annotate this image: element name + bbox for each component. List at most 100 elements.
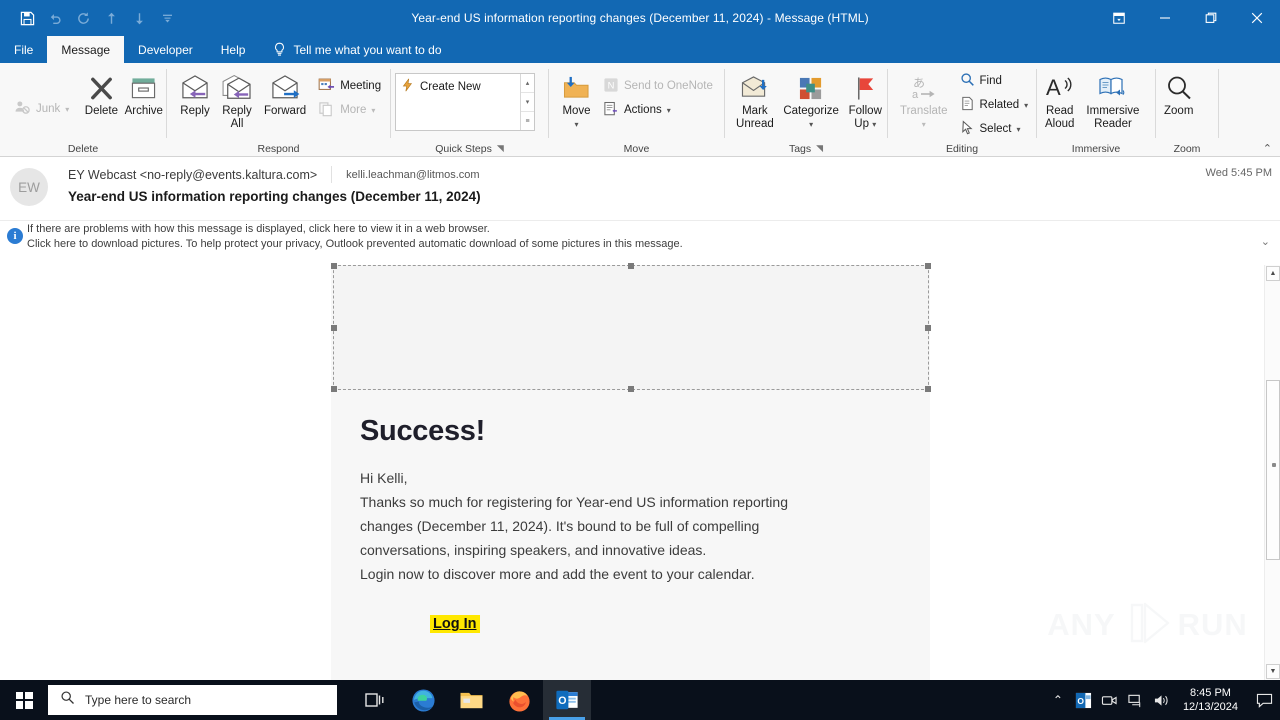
tab-help[interactable]: Help <box>207 36 260 63</box>
play-button-icon <box>1121 597 1173 654</box>
firefox-button[interactable] <box>495 680 543 720</box>
find-button[interactable]: Find <box>954 69 1035 93</box>
message-from-row: EY Webcast <no-reply@events.kaltura.com>… <box>68 166 480 183</box>
taskbar-clock[interactable]: 8:45 PM 12/13/2024 <box>1175 680 1248 720</box>
email-body: Success! Hi Kelli, Thanks so much for re… <box>331 390 930 633</box>
immersive-reader-button[interactable]: Immersive Reader <box>1080 67 1145 131</box>
vertical-scrollbar[interactable]: ▲ ▼ <box>1264 265 1280 680</box>
redo-icon[interactable] <box>70 5 96 31</box>
quick-steps-scrollbar[interactable]: ▴ ▾ ≡ <box>520 74 534 130</box>
task-view-button[interactable] <box>351 680 399 720</box>
quick-steps-gallery[interactable]: Create New ▴ ▾ ≡ <box>395 73 535 131</box>
close-button[interactable] <box>1234 0 1280 36</box>
divider <box>331 166 333 183</box>
blocked-image-placeholder[interactable] <box>330 263 931 392</box>
restore-button[interactable] <box>1188 0 1234 36</box>
previous-item-icon[interactable] <box>98 5 124 31</box>
camera-tray-icon[interactable] <box>1097 680 1123 720</box>
related-button[interactable]: Related ▾ <box>954 93 1035 117</box>
reply-all-label-2: All <box>230 118 244 130</box>
resize-handle-top-right[interactable] <box>924 263 931 269</box>
show-hidden-icons-button[interactable]: ⌃ <box>1045 680 1071 720</box>
more-button[interactable]: More ▾ <box>312 98 387 122</box>
tab-message[interactable]: Message <box>47 36 125 63</box>
scroll-up-button[interactable]: ▲ <box>1266 266 1280 281</box>
resize-handle-middle-left[interactable] <box>330 324 337 331</box>
sender-address[interactable]: EY Webcast <no-reply@events.kaltura.com> <box>68 168 317 182</box>
resize-handle-top-center[interactable] <box>627 263 634 269</box>
next-item-icon[interactable] <box>126 5 152 31</box>
ribbon-group-label-tags: Tags ◥ <box>725 140 887 157</box>
categorize-button[interactable]: Categorize ▾ <box>779 67 844 131</box>
resize-handle-bottom-right[interactable] <box>924 386 931 392</box>
mark-unread-button[interactable]: Mark Unread <box>731 67 779 131</box>
ribbon-group-label-immersive: Immersive <box>1071 142 1121 155</box>
quick-steps-scroll-up[interactable]: ▴ <box>521 74 534 92</box>
outlook-button[interactable]: O <box>543 680 591 720</box>
chevron-down-icon: ▾ <box>809 120 814 129</box>
volume-tray-icon[interactable] <box>1149 680 1175 720</box>
junk-label: Junk <box>36 103 61 115</box>
resize-handle-middle-right[interactable] <box>924 324 931 331</box>
ribbon-display-options-icon[interactable] <box>1096 0 1142 36</box>
tab-developer[interactable]: Developer <box>124 36 207 63</box>
action-center-button[interactable] <box>1248 680 1280 720</box>
info-bar-line-1[interactable]: If there are problems with how this mess… <box>27 223 490 235</box>
search-icon <box>60 690 75 710</box>
resize-handle-top-left[interactable] <box>330 263 337 269</box>
immersive-reader-icon <box>1098 71 1128 105</box>
ribbon-group-tags: Mark Unread Categorize ▾ Follow Up ▾ Tag… <box>725 63 887 157</box>
log-in-link[interactable]: Log In <box>430 615 480 633</box>
quick-steps-more[interactable]: ≡ <box>521 111 534 130</box>
select-button[interactable]: Select ▾ <box>954 117 1035 141</box>
tab-file[interactable]: File <box>0 36 47 63</box>
follow-up-button[interactable]: Follow Up ▾ <box>844 67 888 131</box>
taskbar-search-placeholder: Type here to search <box>85 693 192 707</box>
svg-text:O: O <box>1078 695 1085 705</box>
forward-button[interactable]: Forward <box>258 67 312 118</box>
resize-handle-bottom-center[interactable] <box>627 386 634 392</box>
read-aloud-button[interactable]: A Read Aloud <box>1039 67 1080 131</box>
resize-handle-bottom-left[interactable] <box>330 386 337 392</box>
actions-button[interactable]: Actions ▾ <box>597 98 719 122</box>
translate-label: Translate <box>900 105 948 117</box>
outlook-tray-icon[interactable]: O <box>1071 680 1097 720</box>
chevron-down-icon[interactable]: ⌄ <box>1261 235 1270 248</box>
junk-button[interactable]: Junk ▾ <box>8 97 75 121</box>
email-paragraph-line-4: Login now to discover more and add the e… <box>360 566 755 582</box>
meeting-button[interactable]: Meeting <box>312 74 387 98</box>
zoom-button[interactable]: Zoom <box>1158 67 1199 118</box>
ribbon: Junk ▾ Delete Archive Delete Reply Reply… <box>0 63 1280 157</box>
scroll-thumb[interactable] <box>1266 380 1280 560</box>
quick-step-create-new[interactable]: Create New <box>401 78 520 95</box>
reply-button[interactable]: Reply <box>174 67 216 118</box>
collapse-ribbon-button[interactable]: ⌃ <box>1263 142 1272 155</box>
more-icon <box>318 101 335 120</box>
network-tray-icon[interactable] <box>1123 680 1149 720</box>
quick-steps-scroll-down[interactable]: ▾ <box>521 92 534 111</box>
archive-button[interactable]: Archive <box>121 67 166 118</box>
delete-button[interactable]: Delete <box>81 67 121 118</box>
start-button[interactable] <box>0 680 48 720</box>
move-button[interactable]: Move ▾ <box>556 67 597 131</box>
minimize-button[interactable] <box>1142 0 1188 36</box>
tell-me-search[interactable]: Tell me what you want to do <box>259 36 442 63</box>
reply-all-button[interactable]: Reply All <box>216 67 258 131</box>
scroll-down-button[interactable]: ▼ <box>1266 664 1280 679</box>
taskbar: Type here to search O ⌃ O 8:45 PM 12/13/… <box>0 680 1280 720</box>
recipient-address[interactable]: kelli.leachman@litmos.com <box>346 169 479 181</box>
microsoft-edge-button[interactable] <box>399 680 447 720</box>
quick-steps-dialog-launcher[interactable]: ◥ <box>497 144 504 153</box>
message-info-bar[interactable]: i If there are problems with how this me… <box>0 220 1280 252</box>
save-icon[interactable] <box>14 5 40 31</box>
translate-button[interactable]: あa Translate ▾ <box>894 67 954 131</box>
undo-icon[interactable] <box>42 5 68 31</box>
file-explorer-button[interactable] <box>447 680 495 720</box>
info-bar-line-2[interactable]: Click here to download pictures. To help… <box>27 238 683 250</box>
taskbar-search-box[interactable]: Type here to search <box>48 685 337 715</box>
send-to-onenote-button[interactable]: N Send to OneNote <box>597 74 719 98</box>
ribbon-group-label-move: Move <box>623 142 650 155</box>
tags-dialog-launcher[interactable]: ◥ <box>816 144 823 153</box>
related-icon <box>960 96 975 114</box>
customize-quick-access-toolbar-icon[interactable] <box>154 5 180 31</box>
